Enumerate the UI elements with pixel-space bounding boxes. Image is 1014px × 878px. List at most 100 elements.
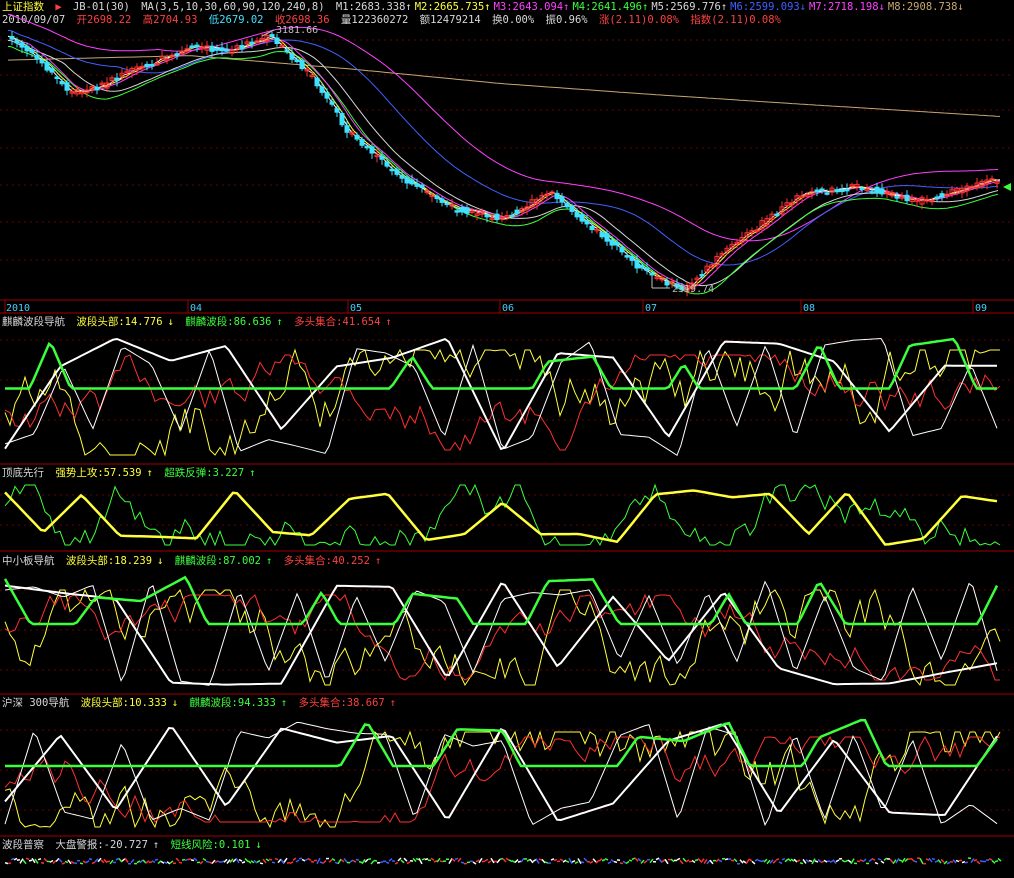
osc-alert-mark [151, 860, 156, 864]
osc-alert-mark [976, 860, 981, 865]
osc-alert-mark [4, 861, 9, 865]
osc-alert-mark [811, 858, 816, 865]
candle-body [664, 281, 670, 286]
arrow-icon: ↓ [171, 697, 179, 709]
panel-1-title[interactable]: 麒麟波段导航 [2, 316, 65, 328]
time-axis-label: 08 [803, 303, 816, 314]
osc-alert-mark [340, 859, 345, 863]
panel-1-item-2: 麒麟波段:86.636 [185, 316, 272, 328]
osc-alert-mark [310, 860, 315, 863]
osc-alert-mark [121, 858, 126, 862]
osc-alert-mark [832, 859, 837, 865]
osc-alert-mark [562, 859, 567, 863]
osc-alert-mark [244, 858, 249, 863]
high-label: 3181.66 [276, 25, 318, 36]
osc-alert-mark [193, 857, 198, 862]
osc-alert-mark [862, 858, 867, 863]
osc-alert-mark [910, 857, 915, 862]
osc-alert-mark [508, 859, 513, 863]
arrow-icon: ↓ [255, 839, 262, 851]
candle-body [644, 267, 650, 272]
osc-alert-mark [934, 860, 939, 863]
osc-alert-mark [676, 857, 681, 861]
osc-alert-mark [532, 858, 537, 863]
osc-alert-mark [7, 862, 12, 865]
candle-body [399, 174, 405, 179]
osc-alert-mark [889, 858, 894, 864]
candle-body [409, 179, 415, 185]
osc-alert-mark [439, 860, 444, 863]
panel-2-title[interactable]: 顶底先行 [2, 467, 44, 479]
osc-alert-mark [949, 860, 954, 863]
candle-body [394, 169, 400, 175]
osc-alert-mark [847, 859, 852, 863]
osc-alert-mark [952, 859, 957, 864]
panel-4-item-2: 麒麟波段:94.333 [189, 697, 276, 709]
panel-2-item-1: 强势上攻:57.539 [55, 467, 142, 479]
panel-1-item-1: 波段头部:14.776 [76, 316, 163, 328]
osc-alert-mark [169, 860, 174, 864]
osc-alert-mark [250, 860, 255, 864]
osc-alert-mark [901, 857, 906, 863]
osc-alert-mark [223, 858, 228, 863]
osc-alert-mark [829, 860, 834, 863]
candle-body [294, 59, 300, 62]
osc-alert-mark [40, 861, 45, 864]
candle-body [434, 195, 440, 200]
panel-1-item-3: 多头集合:41.654 [294, 316, 381, 328]
osc-alert-mark [535, 858, 540, 865]
osc-alert-mark [13, 857, 18, 861]
osc-alert-mark [430, 857, 435, 861]
panel-4-title[interactable]: 沪深 300导航 [2, 697, 69, 709]
candle-body [224, 49, 230, 52]
osc-alert-mark [70, 860, 75, 864]
osc-alert-mark [457, 857, 462, 863]
osc-alert-mark [397, 857, 402, 862]
osc-alert-mark [10, 857, 15, 861]
candle-body [894, 196, 900, 199]
candle-body [209, 45, 215, 52]
osc-alert-mark [478, 857, 483, 864]
candle-body [699, 273, 705, 277]
osc-alert-mark [187, 858, 192, 861]
osc-alert-mark [991, 860, 996, 864]
osc-bull-line [4, 354, 1001, 452]
osc-alert-mark [301, 858, 306, 862]
candle-body [774, 213, 780, 217]
osc-alert-mark [778, 861, 783, 865]
osc-alert-mark [790, 858, 795, 862]
candle-body [494, 213, 500, 221]
arrow-icon: ↑ [389, 697, 397, 709]
osc-alert-mark [577, 858, 582, 865]
candle-body [44, 62, 50, 71]
candle-body [19, 42, 25, 48]
osc-alert-mark [139, 859, 144, 864]
osc-alert-mark [799, 862, 804, 865]
arrow-icon: ↑ [146, 467, 153, 479]
osc-alert-mark [625, 860, 630, 865]
osc-alert-mark [421, 858, 426, 861]
osc-alert-mark [823, 859, 828, 863]
osc-white-thick [4, 337, 997, 451]
candle-body [219, 47, 225, 52]
osc-alert-mark [505, 857, 510, 861]
osc-alert-mark [781, 857, 786, 861]
osc-alert-mark [496, 858, 501, 864]
osc-alert-mark [499, 857, 504, 860]
osc-alert-mark [880, 860, 885, 864]
osc-alert-mark [82, 860, 87, 864]
osc-alert-mark [352, 859, 357, 863]
candle-body [174, 53, 180, 56]
arrow-icon: ↓ [167, 316, 174, 328]
candle-body [419, 184, 425, 188]
osc-alert-mark [88, 858, 93, 861]
candle-body [839, 189, 845, 193]
panel-5-title[interactable]: 波段普察 [2, 839, 44, 851]
osc-alert-mark [358, 860, 363, 864]
candle-body [144, 63, 150, 68]
osc-alert-mark [715, 858, 720, 863]
osc-alert-mark [49, 859, 54, 863]
panel-3-title[interactable]: 中小板导航 [2, 555, 55, 567]
kline-chart[interactable]: 3181.66 2319.74 [0, 0, 1014, 878]
osc-alert-mark [898, 859, 903, 862]
